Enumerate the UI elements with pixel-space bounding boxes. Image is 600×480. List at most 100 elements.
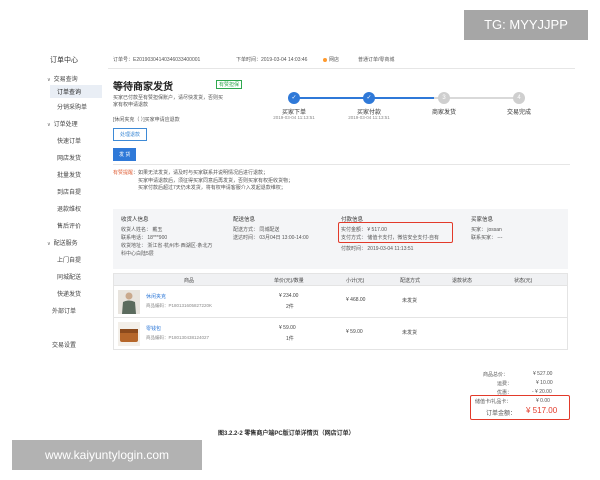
col-header: 单价(元)/数量 — [274, 278, 304, 284]
order-time: 下单时间：2019-03-04 14:03:46 — [236, 57, 308, 63]
order-meta-bar: 订单号：E20190304140346033400001 下单时间：2019-0… — [108, 53, 575, 65]
sidebar-item-batch-ship[interactable]: 批量发货 — [57, 170, 81, 179]
unit-price: ¥ 234.00 — [279, 293, 299, 299]
chevron-down-icon: ∨ — [47, 122, 51, 128]
sidebar-title: 订单中心 — [50, 57, 78, 64]
order-total-label: 订单金额： — [486, 411, 517, 417]
divider — [113, 164, 570, 165]
sidebar-item-express[interactable]: 快递发货 — [57, 289, 81, 298]
product-thumbnail — [118, 322, 140, 346]
unit-price: ¥ 59.00 — [279, 325, 296, 331]
col-header: 商品 — [184, 278, 195, 284]
buyer-header: 买家信息 — [471, 217, 494, 223]
step-number-4: 4 — [513, 92, 525, 104]
product-thumbnail — [118, 290, 140, 314]
reminder-line: 如果无法发货，请及时与买家联系并说明情况后进行退款； — [138, 170, 269, 176]
col-header: 退款状态 — [452, 278, 473, 284]
watermark-bottom: www.kaiyuntylogin.com — [12, 440, 202, 470]
sidebar: 订单中心 ∨ 交易查询 订单查询 分销采购单 ∨ 订单处理 快速订单 网店发货 批量… — [30, 40, 102, 422]
shipping-label: 运费： — [497, 381, 513, 387]
sidebar-item-quick-order[interactable]: 快速订单 — [57, 136, 81, 145]
order-type: 普通订单/零商城 — [358, 57, 395, 63]
sidebar-item-review[interactable]: 售后评价 — [57, 221, 81, 230]
product-name[interactable]: 零钱包 — [146, 325, 161, 332]
ship-button[interactable]: 发 货 — [113, 148, 137, 161]
store-type: 网店 — [323, 56, 339, 63]
step-label-complete: 交易完成 — [506, 110, 531, 116]
figure-caption: 图3.2.2-2 零售商户端PC版订单详情页（网店订单） — [218, 431, 355, 437]
chevron-down-icon: ∨ — [47, 241, 51, 247]
shipping-value: ¥ 10.00 — [536, 380, 553, 386]
check-icon: ✓ — [363, 92, 375, 104]
step-time-order: 2019-03-04 11:13:51 — [273, 115, 315, 120]
sidebar-group-order-process[interactable]: ∨ 订单处理 — [47, 119, 78, 128]
goods-total-label: 商品总价： — [483, 372, 509, 378]
order-info-panel: 收货人信息 收货人姓名： 戴玉 联系电话： 18***900 收货地址： 浙江省… — [113, 209, 568, 269]
chevron-down-icon: ∨ — [47, 77, 51, 83]
sidebar-item-city-delivery[interactable]: 同城配送 — [57, 272, 81, 281]
sidebar-item-refund[interactable]: 退款维权 — [57, 204, 81, 213]
sidebar-item-pickup[interactable]: 到店自提 — [57, 187, 81, 196]
sidebar-item-self-pickup[interactable]: 上门自提 — [57, 255, 81, 264]
watermark-top: TG: MYYJJPP — [464, 10, 588, 40]
order-total-value: ¥ 517.00 — [526, 406, 558, 415]
order-detail-page: 订单中心 ∨ 交易查询 订单查询 分销采购单 ∨ 订单处理 快速订单 网店发货 批量… — [30, 40, 575, 422]
product-code: 商品编码：P180131605827220K — [146, 303, 213, 308]
divider — [108, 68, 575, 69]
delivery-method: 配送方式： 同城配送 — [233, 227, 280, 233]
reminder-line: 买家申请退款后，须征得买家同意后再发货，否则买家有权拒收货物； — [138, 177, 294, 184]
reminder-line: 买家付款后超过7天仍未发货，将有权申请客服介入发起退款维权； — [138, 185, 286, 191]
reminder-box: 有赞提醒：如果无法发货，请及时与买家联系并说明情况后进行退款； 买家申请退款后，… — [113, 170, 568, 193]
card-value: ¥ 0.00 — [536, 398, 550, 404]
receiver-name: 收货人姓名： 戴玉 — [121, 227, 163, 233]
quantity: 1件 — [286, 336, 294, 342]
step-time-pay: 2019-03-04 11:13:51 — [348, 115, 390, 120]
payment-method: 支付方式： 储值卡支付，微信安全支付-自有 — [341, 235, 440, 241]
paid-amount: 实付金额： ¥ 517.00 — [341, 227, 387, 233]
delivery-time: 送达时间： 03月04日 13:00-14:00 — [233, 235, 309, 241]
reminder-label: 有赞提醒 — [113, 170, 134, 176]
product-table-header: 商品 单价(元)/数量 小计(元) 配送方式 退款状态 状态(元) — [113, 273, 568, 286]
table-row: 休闲夹克 商品编码：P180131605827220K ¥ 234.00 2件 … — [113, 286, 568, 318]
subtotal: ¥ 59.00 — [346, 329, 363, 335]
step-label-ship: 商家发货 — [431, 110, 456, 116]
table-row: 零钱包 商品编码：P180130438124027 ¥ 59.00 1件 ¥ 5… — [113, 318, 568, 350]
refund-notice: [休闲夹克（ ）]买家申请应退款 — [113, 117, 180, 123]
receiver-header: 收货人信息 — [121, 217, 149, 223]
order-progress-steps: ✓ ✓ 3 4 买家下单 买家付款 商家发货 交易完成 2019-03-04 1… — [273, 92, 548, 132]
handle-refund-button[interactable]: 处理退款 — [113, 128, 148, 141]
guarantee-badge: 有赞担保 — [216, 80, 243, 89]
product-code: 商品编码：P180130438124027 — [146, 335, 210, 340]
store-dot-icon — [323, 57, 327, 62]
sidebar-item-shop-ship[interactable]: 网店发货 — [57, 153, 81, 162]
status-description: 买家已付款至有赞担保账户，请尽快发货，否则买家有权申请退款 — [113, 95, 224, 108]
delivery-status: 未发货 — [402, 330, 418, 336]
delivery-header: 配送信息 — [233, 217, 256, 223]
col-header: 状态(元) — [514, 278, 533, 284]
step-number-3: 3 — [438, 92, 450, 104]
quantity: 2件 — [286, 304, 294, 310]
col-header: 配送方式 — [400, 278, 421, 284]
contact-buyer[interactable]: 联系买家： --- — [471, 234, 502, 241]
payment-time: 付款时间： 2019-03-04 11:13:51 — [341, 246, 414, 252]
delivery-status: 未发货 — [402, 298, 418, 304]
sidebar-group-trade-query[interactable]: ∨ 交易查询 — [47, 74, 78, 83]
receiver-phone: 联系电话： 18***900 — [121, 235, 168, 241]
product-name[interactable]: 休闲夹克 — [146, 293, 166, 300]
order-number: 订单号：E20190304140346033400001 — [113, 57, 201, 63]
sidebar-item-distribution[interactable]: 分销采购单 — [57, 102, 87, 111]
receiver-address: 收货地址： 浙江省·杭州市·西湖区·条北万 — [121, 243, 213, 249]
sidebar-group-delivery[interactable]: ∨ 配送服务 — [47, 238, 78, 247]
sidebar-item-order-query[interactable]: 订单查询 — [50, 85, 102, 98]
col-header: 小计(元) — [346, 278, 365, 284]
goods-total-value: ¥ 527.00 — [533, 371, 553, 377]
main-content: 订单号：E20190304140346033400001 下单时间：2019-0… — [108, 40, 575, 422]
sidebar-item-external-orders[interactable]: 外部订单 — [52, 306, 76, 315]
card-label: 储值卡/礼品卡： — [475, 399, 512, 405]
order-status-title: 等待商家发货 — [113, 82, 173, 93]
buyer-name[interactable]: 买家： jossan — [471, 226, 502, 233]
subtotal: ¥ 468.00 — [346, 297, 366, 303]
receiver-address-2: 科中心白陆5层 — [121, 251, 154, 257]
check-icon: ✓ — [288, 92, 300, 104]
sidebar-item-trade-settings[interactable]: 交易设置 — [52, 340, 76, 349]
